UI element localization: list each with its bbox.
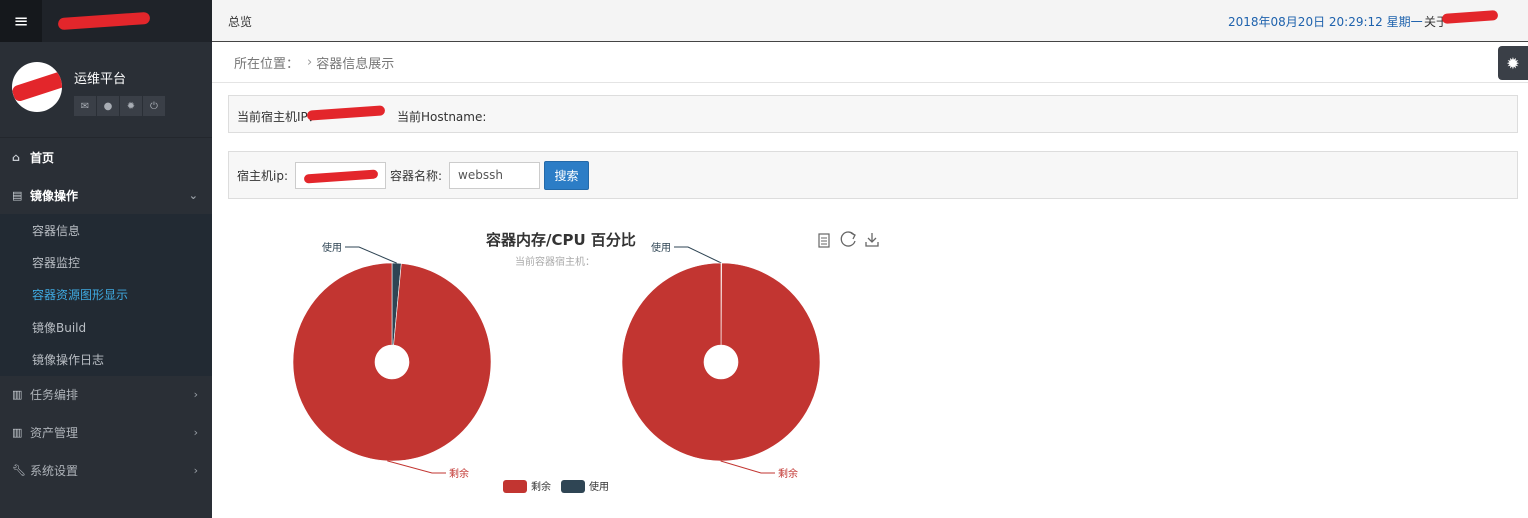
container-name-label: 容器名称: [390,169,443,183]
redaction-mark [306,105,386,121]
chevron-right-icon: › [193,426,198,440]
nav-task-label: 任务编排 [30,388,79,403]
server-icon: ▤ [12,188,23,202]
nav-asset[interactable]: ▥ 资产管理 › [0,414,212,452]
chevron-right-icon: › [193,388,198,402]
wrench-icon: 🔧︎ [12,464,26,478]
search-button[interactable]: 搜索 [544,161,589,190]
nav-image-ops[interactable]: ▤ 镜像操作 ⌄ [0,176,212,214]
container-name-input[interactable]: webssh [449,162,540,189]
profile-icons: ✉ ● ✹ ⏻ [74,96,165,116]
breadcrumb-current: 容器信息展示 [316,57,395,72]
legend-label[interactable]: 剩余 [531,480,551,493]
chevron-down-icon: ⌄ [188,188,198,202]
avatar[interactable] [12,62,62,112]
pie-1-slice-remaining[interactable] [292,262,492,462]
hamburger-icon[interactable]: ≡ [0,0,42,42]
pie-2-leader-line [720,460,775,474]
submenu-image-log[interactable]: 镜像操作日志 [0,344,212,376]
download-icon[interactable] [865,233,879,247]
platform-name: 运维平台 [74,72,127,87]
power-icon[interactable]: ⏻ [143,96,165,116]
sidebar: ≡ 运维平台 ✉ ● ✹ ⏻ ⌂ 首页 ▤ 镜像操作 ⌄ 容器信息 容器监控 容… [0,0,212,518]
nav-home-label: 首页 [30,150,55,165]
user-icon[interactable]: ● [97,96,119,116]
submenu-container-monitor[interactable]: 容器监控 [0,246,212,278]
gear-icon[interactable]: ✹ [120,96,142,116]
hostname-label: 当前Hostname: [397,110,487,124]
nav-system[interactable]: 🔧︎ 系统设置 › [0,452,212,490]
gear-icon[interactable]: ✹ [1498,46,1528,80]
data-view-icon[interactable] [818,233,830,248]
submenu-container-resource-graph[interactable]: 容器资源图形显示 [0,279,212,311]
legend-swatch[interactable] [561,480,585,493]
pie-2-slice-remaining[interactable] [621,262,821,462]
nav-system-label: 系统设置 [30,464,79,479]
pie-1-slice-label: 剩余 [449,467,469,480]
refresh-icon[interactable] [840,231,856,247]
nav-task[interactable]: ▥ 任务编排 › [0,376,212,414]
chart-title: 容器内存/CPU 百分比 [485,231,636,249]
pie-2-slice-label: 使用 [651,241,671,254]
datetime: 2018年08月20日 20:29:12 星期一 [1228,15,1423,29]
bar-chart-icon: ▥ [12,426,23,440]
pie-1-slice-label: 使用 [322,241,342,254]
pie-1-leader-line [387,460,446,474]
breadcrumb-prefix: 所在位置： [234,57,300,72]
bar-chart-icon: ▥ [12,388,23,402]
pie-2-leader-line [674,246,722,264]
image-ops-submenu: 容器信息 容器监控 容器资源图形显示 镜像Build 镜像操作日志 [0,214,212,376]
chart-legend: 剩余 使用 [503,480,609,493]
nav-image-ops-label: 镜像操作 [30,188,79,203]
legend-swatch[interactable] [503,480,527,493]
host-info-panel: 当前宿主机IP： 当前Hostname: [228,95,1518,133]
chart-subtitle: 当前容器宿主机： [515,255,595,268]
top-header: 总览 2018年08月20日 20:29:12 星期一 关于 [212,0,1528,42]
host-ip-input[interactable] [295,162,386,189]
envelope-icon[interactable]: ✉ [74,96,96,116]
legend-label[interactable]: 使用 [589,480,609,493]
sidebar-top: ≡ [0,0,212,42]
home-icon: ⌂ [12,150,20,164]
pie-charts: 使用剩余 使用剩余 [292,241,821,480]
brand-logo[interactable] [56,11,152,31]
user-profile: 运维平台 ✉ ● ✹ ⏻ [0,42,212,138]
header-title[interactable]: 总览 [228,13,252,30]
chevron-right-icon: › [193,464,198,478]
nav-asset-label: 资产管理 [30,426,79,441]
host-ip-field-label: 宿主机ip: [237,169,288,183]
chevron-right-icon: › [307,55,313,70]
breadcrumb: 所在位置： › 容器信息展示 [212,43,1528,83]
nav-home[interactable]: ⌂ 首页 [0,138,212,176]
container-usage-chart: 容器内存/CPU 百分比 当前容器宿主机： 使用剩余使用剩余 剩余 使用 [292,231,879,493]
search-panel: 宿主机ip: 容器名称: webssh 搜索 [228,151,1518,199]
pie-2-slice-label: 剩余 [778,467,798,480]
submenu-image-build[interactable]: 镜像Build [0,311,212,343]
pie-1-leader-line [345,246,397,264]
redaction-mark [1441,10,1499,24]
submenu-container-info[interactable]: 容器信息 [0,214,212,246]
